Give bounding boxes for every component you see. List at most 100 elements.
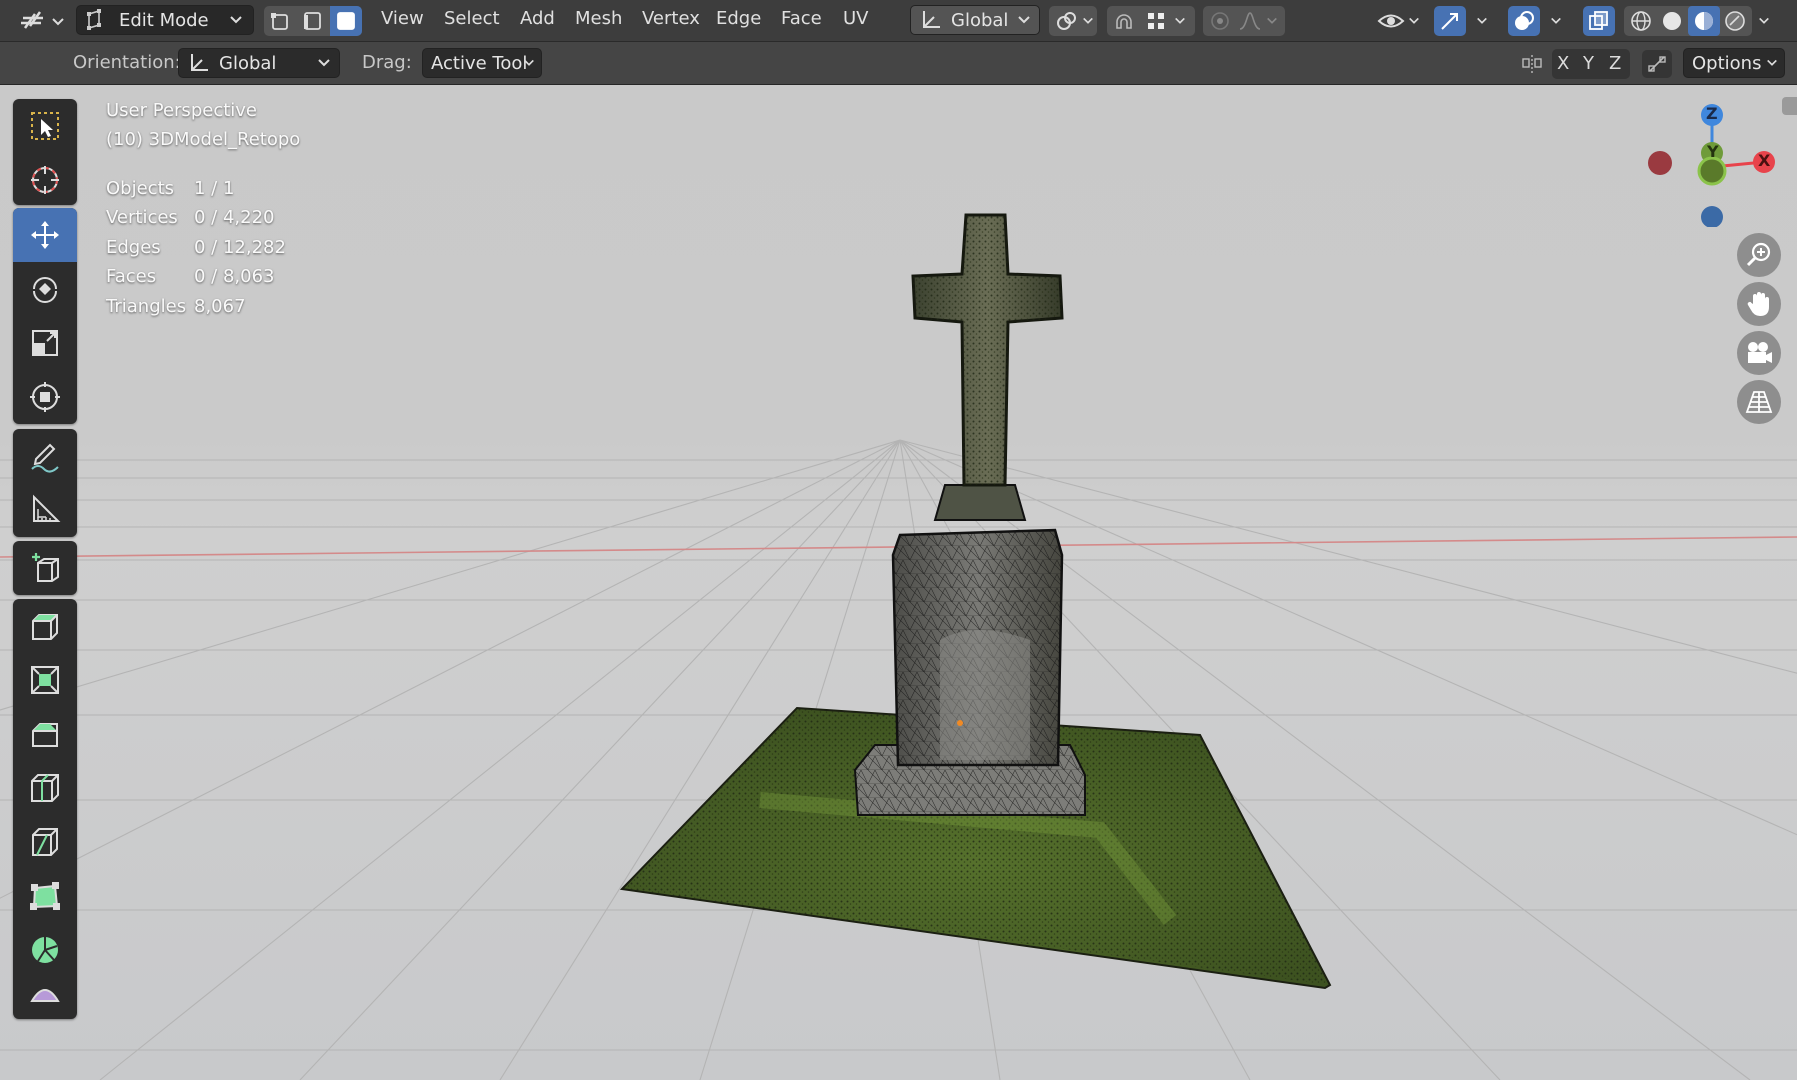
gizmo-y-label: Y [1707,142,1719,161]
gizmo-center [1697,156,1727,186]
overlays-button[interactable] [1508,6,1540,36]
ortho-toggle-button[interactable] [1737,380,1781,424]
chevron-down-icon [1018,16,1030,24]
drag-dropdown[interactable]: Active Tool [422,48,542,78]
pan-button[interactable] [1737,282,1781,326]
gizmo-x-label: X [1758,151,1771,170]
3d-viewport[interactable]: User Perspective (10) 3DModel_Retopo Obj… [0,85,1797,1080]
select-box-icon [31,112,59,140]
options-dropdown[interactable]: Options [1683,48,1785,78]
menu-select[interactable]: Select [444,8,500,29]
pivot-icon [1053,8,1079,34]
chevron-down-icon [230,16,242,24]
menu-add[interactable]: Add [520,8,555,29]
poly-build-icon [30,882,60,910]
gizmo-z-label: Z [1706,104,1718,123]
zoom-icon [1746,242,1771,267]
mirror-icon[interactable] [1518,51,1546,77]
toolbar-group-add [13,541,77,595]
axis-y-toggle[interactable]: Y [1583,53,1594,74]
zoom-button[interactable] [1737,233,1781,277]
menu-uv[interactable]: UV [843,8,869,29]
transform-orientation-selector[interactable]: Global [910,5,1040,35]
edit-mode-icon [87,9,101,30]
chevron-down-icon [524,59,534,66]
rotate-tool[interactable] [13,262,77,316]
orientation-dropdown[interactable]: Global [178,48,340,78]
poly-build-tool[interactable] [13,869,77,923]
wireframe-shading-icon[interactable] [1626,7,1656,35]
move-icon [31,221,59,249]
axis-z-toggle[interactable]: Z [1609,53,1621,74]
menu-mesh[interactable]: Mesh [575,8,622,29]
mode-selector[interactable]: Edit Mode [76,5,254,35]
stat-faces-label: Faces [106,266,157,287]
spin-tool[interactable] [13,923,77,977]
scale-tool[interactable] [13,316,77,370]
menu-face[interactable]: Face [781,8,822,29]
inset-faces-tool[interactable] [13,653,77,707]
hand-pan-icon [1747,292,1769,316]
knife-tool[interactable] [13,815,77,869]
rendered-shading-icon[interactable] [1720,7,1750,35]
move-tool[interactable] [13,208,77,262]
edge-select-mode-button[interactable] [298,6,328,36]
smooth-tool[interactable] [13,977,77,1019]
camera-view-button[interactable] [1737,331,1781,375]
inset-faces-icon [31,666,59,694]
sidebar-toggle-tab[interactable] [1782,97,1797,115]
options-label: Options [1692,52,1762,74]
visibility-eye-icon[interactable] [1375,7,1407,35]
proportional-editing-icon[interactable] [1206,8,1234,34]
spin-icon [32,937,58,963]
annotate-tool[interactable] [13,429,77,483]
menu-vertex[interactable]: Vertex [642,8,700,29]
navigation-gizmo[interactable]: Z Y X [1638,97,1788,227]
cursor-icon [31,166,59,194]
axis-x-toggle[interactable]: X [1557,53,1569,74]
loop-cut-tool[interactable] [13,761,77,815]
topology-mirror-icon[interactable] [1642,50,1672,78]
stat-faces-value: 0 / 8,063 [194,266,275,287]
face-select-mode-button[interactable] [330,6,362,36]
snap-increment-icon[interactable] [1142,8,1170,34]
cursor-tool[interactable] [13,153,77,207]
knife-icon [32,828,58,856]
scale-icon [32,330,58,356]
bevel-tool[interactable] [13,707,77,761]
select-box-tool[interactable] [13,99,77,153]
vertex-select-mode-button[interactable] [266,6,296,36]
chevron-down-icon [1083,17,1093,24]
toolbar-group-transform [13,208,77,424]
measure-icon [33,494,61,522]
viewport-header: Edit Mode View Select Add Mesh Vertex Ed… [0,0,1797,42]
material-preview-shading-icon[interactable] [1688,6,1720,36]
drag-label: Drag: [362,52,412,73]
snap-magnet-icon[interactable] [1110,8,1138,34]
measure-tool[interactable] [13,483,77,537]
object-name: (10) 3DModel_Retopo [106,129,301,150]
menu-edge[interactable]: Edge [716,8,761,29]
ortho-grid-icon [1745,391,1773,413]
xray-toggle-button[interactable] [1583,6,1615,36]
transform-tool[interactable] [13,370,77,424]
solid-shading-icon[interactable] [1657,7,1687,35]
extrude-region-tool[interactable] [13,599,77,653]
stat-vertices-value: 0 / 4,220 [194,207,275,228]
extrude-region-icon [32,614,58,640]
transform-icon [30,382,60,412]
falloff-curve-icon[interactable] [1236,8,1264,34]
chevron-down-icon [318,59,330,67]
gizmo-toggle-button[interactable] [1434,6,1466,36]
smooth-icon [30,989,60,1002]
drag-value: Active Tool [431,52,528,74]
gizmo-neg-z [1701,206,1723,227]
loop-cut-icon [31,774,59,802]
chevron-down-icon [1175,17,1185,24]
bevel-icon [32,723,58,747]
camera-icon [1748,342,1772,363]
add-cube-tool[interactable] [13,541,77,595]
editor-type-icon[interactable] [16,5,72,37]
chevron-down-icon [1551,17,1561,24]
menu-view[interactable]: View [381,8,424,29]
